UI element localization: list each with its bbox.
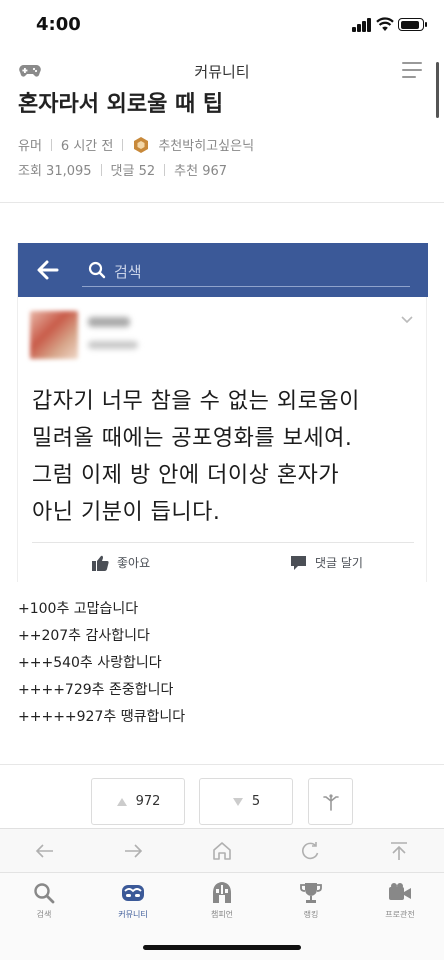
community-icon — [122, 885, 144, 901]
embedded-like-action: 좋아요 — [92, 554, 150, 571]
embedded-screenshot: 검색 갑자기 너무 참을 수 없는 외로움이 밀려올 때에는 공포영화를 보세여… — [17, 243, 428, 582]
tab-champion[interactable]: 챔피언 — [192, 881, 252, 920]
upvote-button[interactable]: 972 — [91, 778, 185, 825]
scroll-to-top-icon[interactable] — [388, 840, 410, 862]
embedded-comment-action: 댓글 달기 — [290, 554, 363, 571]
tab-search[interactable]: 검색 — [14, 881, 74, 920]
upvote-count: 972 — [135, 794, 161, 809]
downvote-count: 5 — [251, 794, 261, 809]
thumbs-up-icon — [92, 555, 109, 571]
browser-home-icon[interactable] — [211, 840, 233, 862]
post-title: 혼자라서 외로울 때 팁 — [18, 92, 224, 117]
home-indicator[interactable] — [143, 945, 301, 950]
video-camera-icon — [389, 883, 411, 900]
tab-label: 챔피언 — [210, 910, 234, 919]
rank-badge-icon — [134, 136, 149, 153]
trophy-icon — [300, 883, 322, 903]
post-comment-count: 댓글 52 — [110, 164, 156, 179]
blurred-timestamp — [88, 341, 138, 349]
status-time: 4:00 — [36, 14, 81, 35]
thanks-line: +100추 고맙습니다 — [18, 601, 139, 617]
thanks-line: ++++729추 존중합니다 — [18, 682, 174, 698]
chevron-down-icon — [401, 316, 413, 324]
tab-label: 프로관전 — [385, 910, 415, 919]
blurred-avatar — [30, 311, 78, 359]
down-triangle-icon — [232, 797, 243, 806]
embedded-post-line: 밀려올 때에는 공포영화를 보세여. — [32, 426, 353, 451]
hamburger-menu-icon[interactable] — [402, 61, 422, 79]
post-author[interactable]: 추천박히고싶은닉 — [158, 135, 254, 154]
embedded-search-field: 검색 — [82, 253, 410, 287]
embedded-post-line: 그럼 이제 방 안에 더이상 혼자가 — [32, 463, 340, 488]
embedded-search-placeholder: 검색 — [114, 263, 142, 281]
wifi-icon — [376, 17, 394, 31]
divider — [0, 764, 444, 765]
embedded-comment-label: 댓글 달기 — [315, 556, 363, 570]
embedded-like-label: 좋아요 — [117, 556, 151, 570]
tab-community[interactable]: 커뮤니티 — [103, 881, 163, 920]
browser-toolbar — [0, 828, 444, 872]
embedded-divider — [32, 542, 414, 543]
search-icon — [34, 883, 55, 904]
post-views: 조회 31,095 — [18, 164, 92, 179]
downvote-button[interactable]: 5 — [199, 778, 293, 825]
search-icon — [88, 261, 106, 279]
browser-forward-icon[interactable] — [122, 840, 144, 862]
post-recommend-count: 추천 967 — [174, 164, 228, 179]
status-bar: 4:00 — [0, 0, 444, 50]
browser-back-icon[interactable] — [34, 840, 56, 862]
share-button[interactable] — [308, 778, 353, 825]
blurred-name — [88, 317, 130, 327]
thanks-line: +++++927추 땡큐합니다 — [18, 709, 186, 725]
divider — [0, 202, 444, 203]
tab-pro-viewing[interactable]: 프로관전 — [370, 881, 430, 920]
battery-icon — [398, 18, 427, 31]
share-icon — [322, 793, 339, 811]
tab-label: 랭킹 — [303, 910, 319, 919]
up-triangle-icon — [116, 797, 127, 806]
embedded-post-line: 갑자기 너무 참을 수 없는 외로움이 — [32, 389, 360, 414]
comment-bubble-icon — [291, 555, 306, 570]
browser-refresh-icon[interactable] — [299, 840, 321, 862]
post-stats-row: 조회 31,095 댓글 52 추천 967 — [18, 160, 227, 179]
back-arrow-icon — [37, 260, 59, 280]
tab-label: 검색 — [36, 910, 52, 919]
scroll-indicator[interactable] — [436, 62, 439, 118]
nav-title: 커뮤니티 — [194, 63, 250, 81]
thanks-line: ++207추 감사합니다 — [18, 628, 150, 644]
embedded-post-line: 아닌 기분이 듭니다. — [32, 500, 221, 525]
thanks-line: +++540추 사랑합니다 — [18, 655, 162, 671]
tab-ranking[interactable]: 랭킹 — [281, 881, 341, 920]
post-time: 6 시간 전 — [60, 139, 114, 154]
tab-label: 커뮤니티 — [118, 910, 148, 919]
post-meta-row: 유머 6 시간 전 추천박히고싶은닉 — [18, 135, 254, 154]
cellular-signal-icon — [352, 18, 372, 32]
post-category[interactable]: 유머 — [18, 135, 42, 154]
embedded-search-bar: 검색 — [18, 243, 428, 297]
champion-icon — [213, 882, 231, 903]
